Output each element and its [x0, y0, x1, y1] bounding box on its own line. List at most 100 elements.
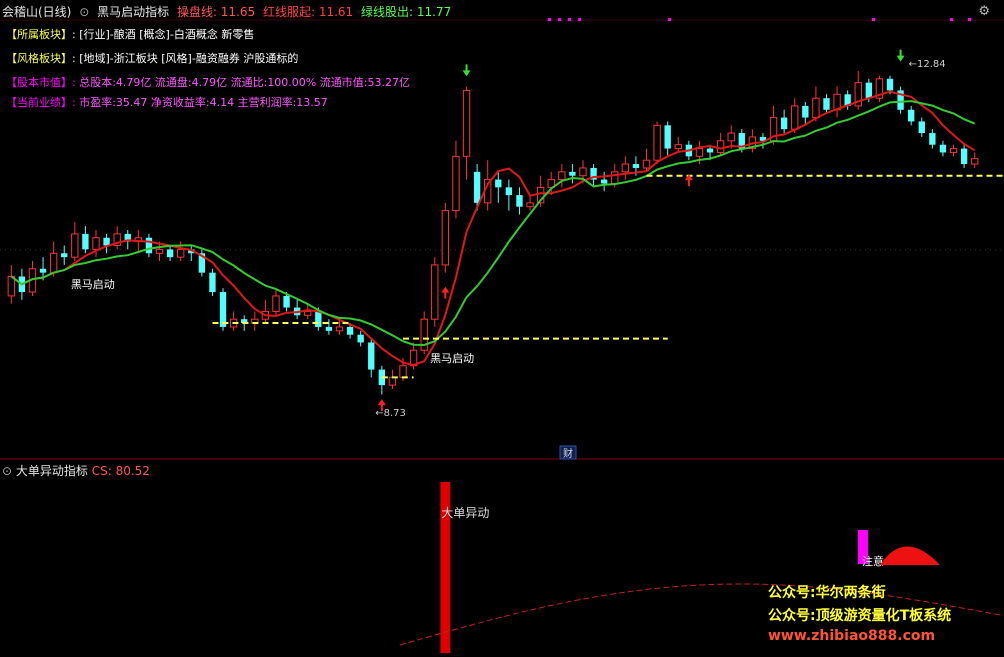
- sub-panel-header: ⊙ 大单异动指标 CS: 80.52: [2, 462, 150, 479]
- candle-body: [61, 253, 68, 258]
- candle-body: [780, 117, 788, 130]
- candle-body: [82, 233, 89, 250]
- candle-body: [399, 365, 407, 378]
- info-tag: 【所属板块】:: [6, 28, 76, 41]
- candle-body: [49, 252, 58, 274]
- signal-dot: [950, 18, 953, 21]
- indicator-name[interactable]: 黑马启动指标: [97, 5, 169, 19]
- candle-body: [283, 295, 290, 308]
- info-row-style: 【风格板块】: [地域]-浙江板块 [风格]-融资融券 沪股通标的: [6, 50, 298, 66]
- info-row-sector: 【所属板块】: [行业]-酿酒 [概念]-白酒概念 新零售: [6, 26, 254, 42]
- candle-body: [177, 248, 185, 258]
- signal-dot: [568, 18, 571, 21]
- info-text: [行业]-酿酒 [概念]-白酒概念 新零售: [79, 28, 255, 41]
- info-text: [地域]-浙江板块 [风格]-融资融券 沪股通标的: [79, 52, 299, 65]
- candle-body: [516, 195, 523, 207]
- spike-label: 大单异动: [441, 506, 489, 520]
- candle-body: [812, 97, 820, 119]
- sub-toggle-icon[interactable]: ⊙: [2, 464, 12, 478]
- info-tag: 【当前业绩】:: [6, 96, 76, 109]
- main-header: 会稽山(日线) ⊙ 黑马启动指标 操盘线: 11.65 红线服起: 11.61 …: [2, 3, 455, 19]
- candle-body: [621, 163, 630, 173]
- red-ma-line: [10, 90, 976, 367]
- signal-dot: [548, 18, 551, 21]
- buy-arrow-icon: [441, 286, 450, 299]
- sell-arrow-icon: [462, 64, 471, 77]
- candle-body: [865, 82, 873, 99]
- watermark-line3: www.zhibiao888.com: [768, 628, 936, 644]
- signal-label-2: 黑马启动: [430, 352, 474, 365]
- candle-body: [706, 148, 714, 153]
- candle-body: [166, 249, 174, 258]
- attention-hump: [880, 546, 940, 565]
- fin-marker-label: 财: [563, 447, 573, 460]
- high-price-label: ←12.84: [909, 59, 946, 70]
- candle-body: [315, 311, 322, 327]
- signal-label-1: 黑马启动: [71, 278, 115, 291]
- candle-body: [209, 272, 216, 293]
- signal-dot: [968, 18, 971, 21]
- info-tag: 【股本市值】:: [6, 76, 76, 89]
- candle-body: [473, 171, 481, 203]
- sell-arrow-icon: [896, 49, 905, 62]
- candle-body: [632, 164, 640, 168]
- candle-body: [441, 210, 450, 266]
- candle-body: [39, 268, 47, 273]
- line1-value: 操盘线: 11.65: [176, 5, 256, 19]
- candle-body: [7, 276, 15, 297]
- gear-icon[interactable]: ⚙: [978, 4, 990, 19]
- candle-body: [103, 237, 110, 246]
- candle-body: [145, 237, 153, 254]
- candle-body: [335, 326, 344, 332]
- candle-body: [939, 144, 947, 153]
- low-price-label: ←8.73: [375, 408, 406, 419]
- candle-body: [558, 171, 566, 181]
- candle-body: [823, 98, 830, 110]
- candle-body: [791, 105, 799, 130]
- candle-body: [653, 124, 661, 161]
- info-row-earnings: 【当前业绩】: 市盈率:35.47 净资收益率:4.14 主营利润率:13.57: [6, 94, 328, 110]
- candle-body: [695, 148, 704, 157]
- candle-body: [388, 376, 397, 386]
- info-tag: 【风格板块】:: [6, 52, 76, 65]
- signal-dot: [578, 18, 581, 21]
- candle-body: [304, 310, 312, 316]
- candle-body: [960, 148, 968, 165]
- candle-body: [664, 125, 671, 149]
- stock-name[interactable]: 会稽山(日线): [2, 5, 71, 19]
- candle-body: [325, 326, 333, 331]
- candle-body: [611, 171, 619, 184]
- candle-body: [346, 326, 354, 335]
- candle-body: [495, 179, 502, 188]
- candle-body: [918, 121, 925, 134]
- info-row-capital: 【股本市值】: 总股本:4.79亿 流通盘:4.79亿 流通比:100.00% …: [6, 74, 410, 90]
- line3-value: 绿线股出: 11.77: [361, 5, 452, 19]
- candle-body: [971, 158, 979, 165]
- candle-body: [155, 248, 164, 254]
- signal-dot: [872, 18, 875, 21]
- candle-body: [929, 133, 936, 145]
- candle-body: [505, 187, 513, 196]
- candle-body: [908, 109, 915, 122]
- candle-body: [600, 179, 608, 184]
- candle-body: [526, 202, 534, 208]
- candle-body: [357, 334, 364, 343]
- candle-body: [886, 78, 894, 91]
- candle-body: [272, 295, 280, 312]
- sub-panel-title[interactable]: 大单异动指标: [16, 464, 88, 478]
- candle-body: [219, 292, 227, 327]
- candle-body: [579, 167, 587, 177]
- candle-body: [727, 132, 735, 142]
- candle-body: [642, 159, 651, 169]
- candle-body: [92, 237, 100, 250]
- candle-body: [452, 155, 460, 212]
- candle-body: [949, 148, 958, 153]
- watermark-line1: 公众号:华尔两条街: [768, 585, 886, 601]
- candle-body: [368, 342, 375, 370]
- chart-stage: 黑马启动 黑马启动 ←8.73 ←12.84 财大单异动 注意 会稽山(日线) ⊙ 黑马启…: [0, 0, 1004, 653]
- indicator-toggle-icon[interactable]: ⊙: [79, 5, 89, 19]
- candle-body: [462, 89, 471, 157]
- info-text: 总股本:4.79亿 流通盘:4.79亿 流通比:100.00% 流通市值:53.…: [79, 76, 410, 89]
- candle-body: [716, 140, 725, 153]
- candle-body: [674, 144, 682, 150]
